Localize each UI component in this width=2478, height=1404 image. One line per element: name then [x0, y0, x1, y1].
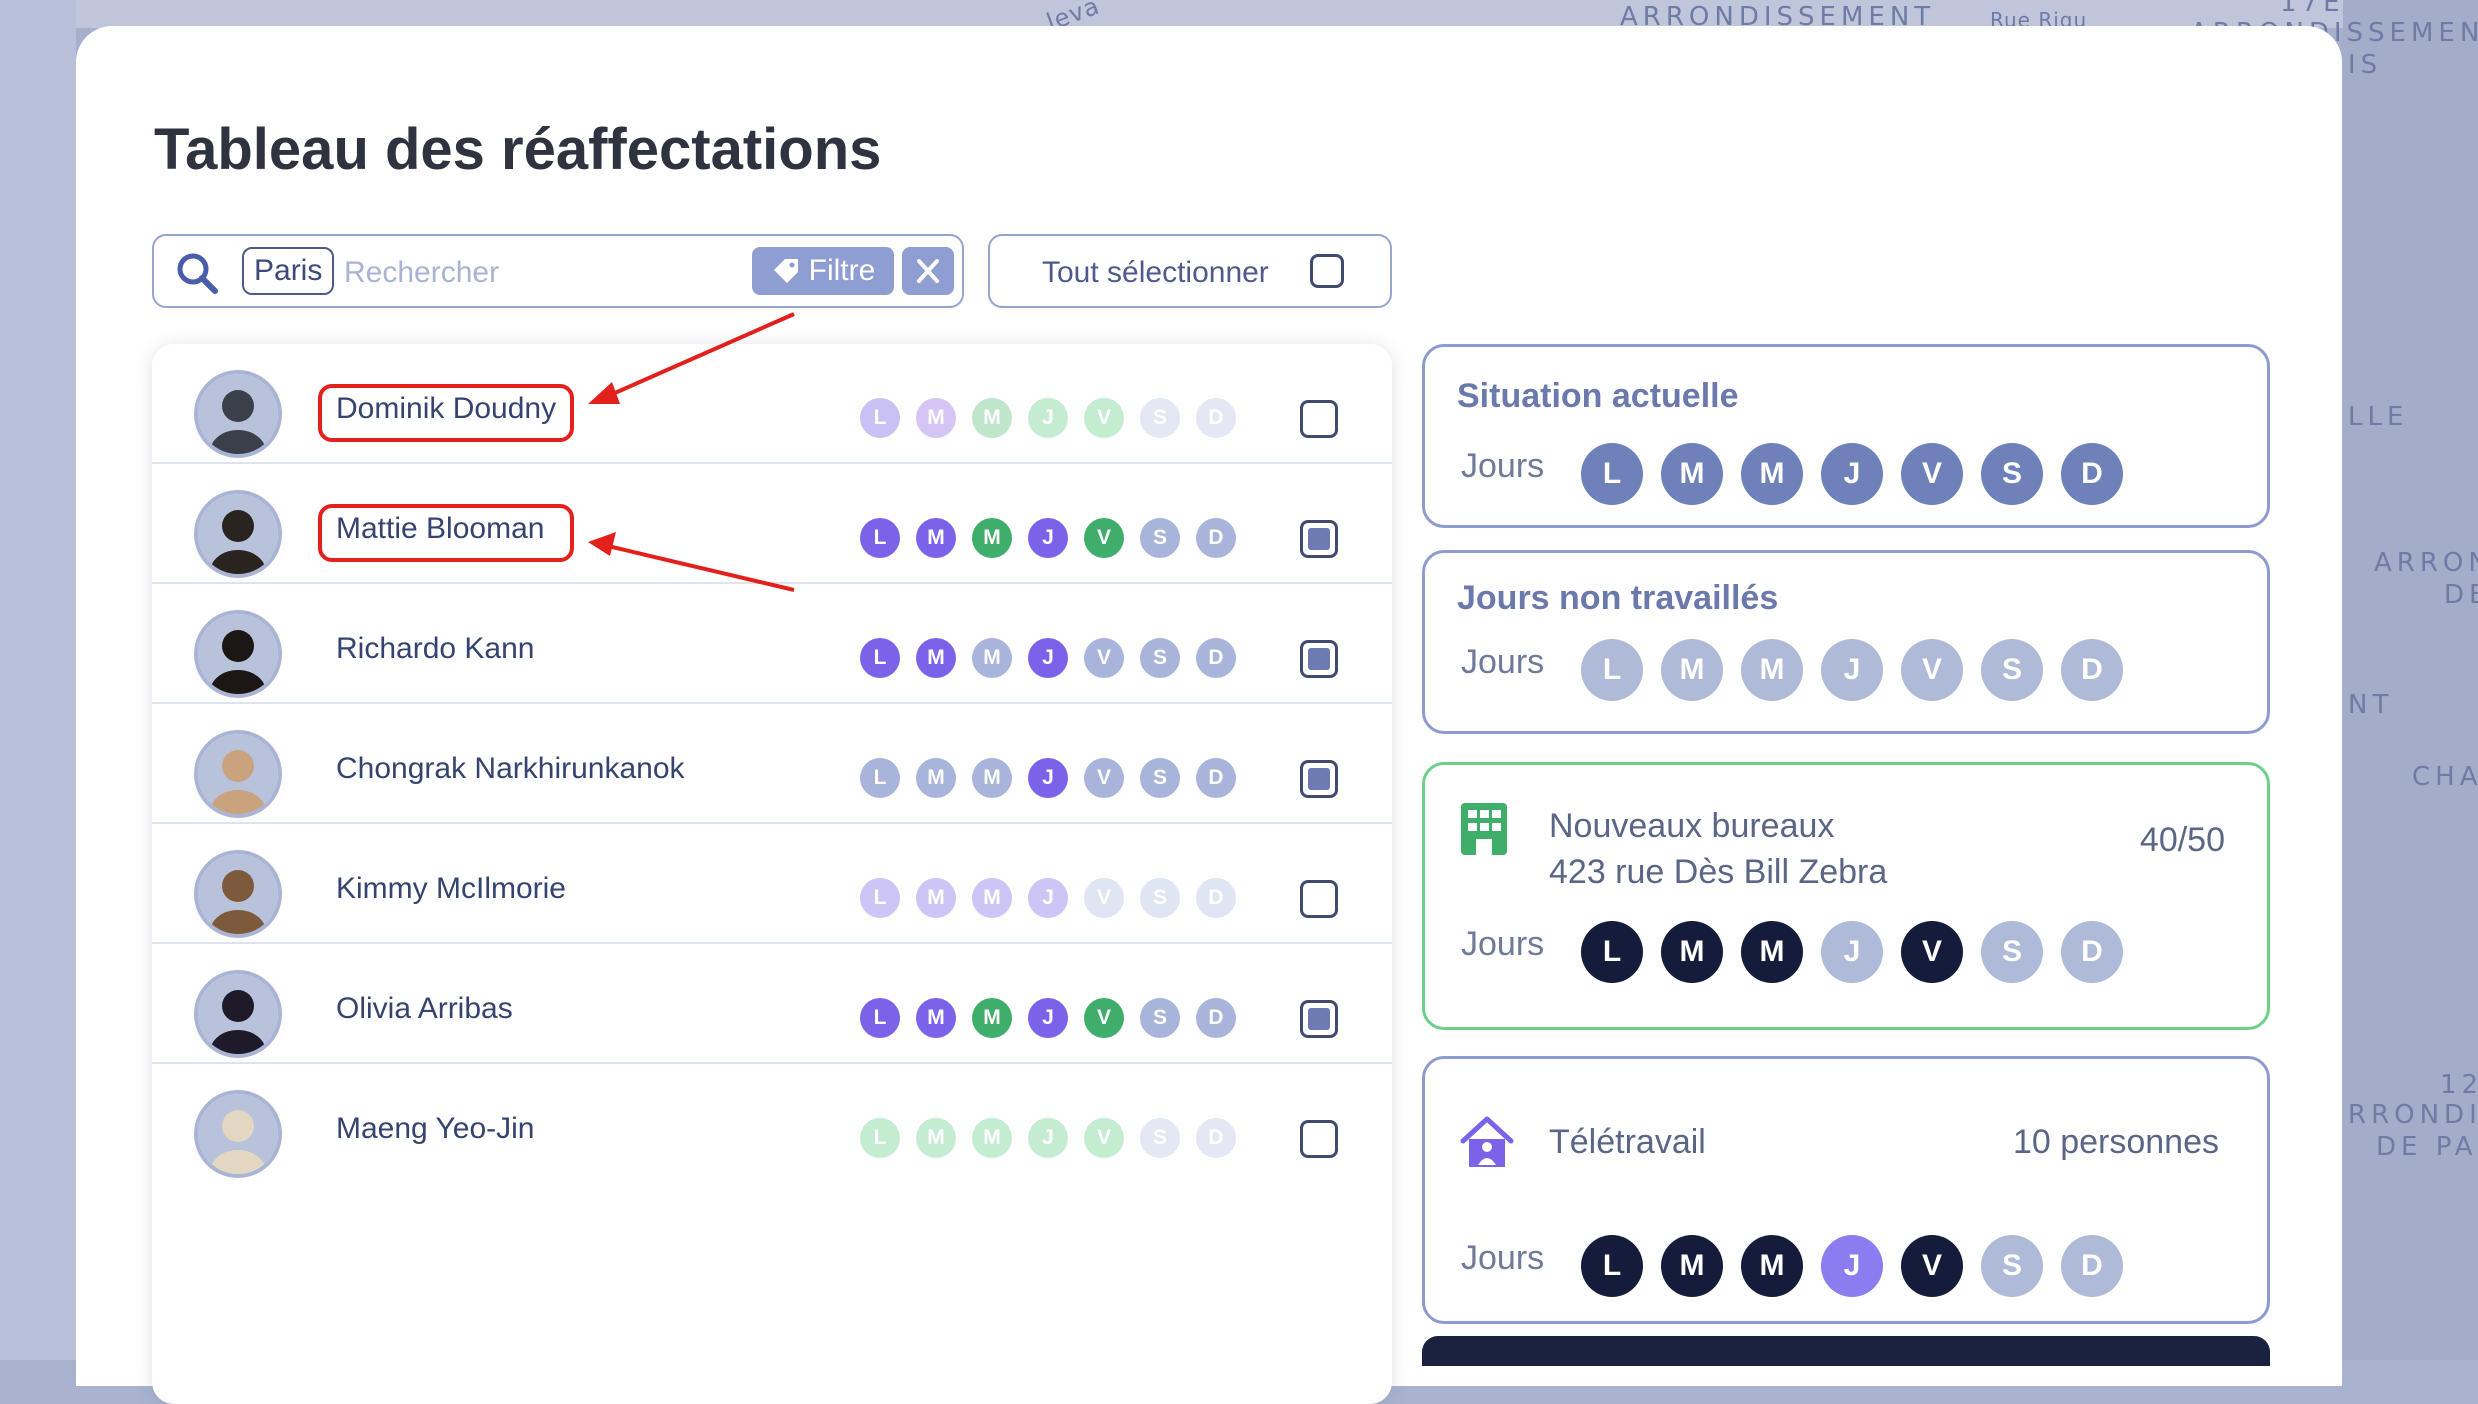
annotation-arrows: [588, 312, 795, 592]
annotation-arrow: [607, 544, 795, 592]
annotation-arrow: [607, 312, 795, 398]
annotation-arrowhead: [588, 382, 620, 404]
annotation-arrowhead: [588, 532, 616, 556]
